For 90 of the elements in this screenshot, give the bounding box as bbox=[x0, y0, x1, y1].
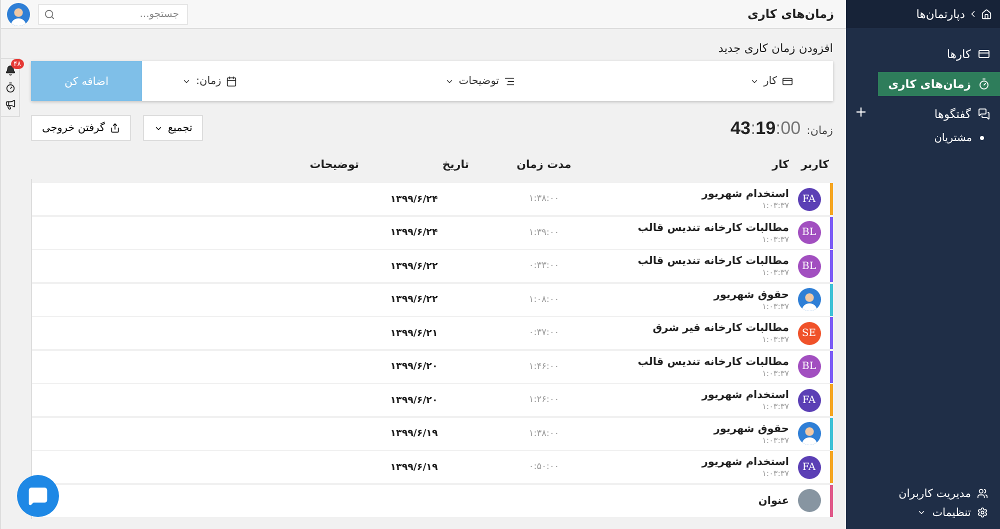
table-row[interactable]: حقوق شهریور ۱:۰۳:۳۷ ۱:۳۸:۰۰ ۱۳۹۹/۶/۱۹ bbox=[32, 418, 833, 450]
timer-icon[interactable] bbox=[4, 82, 16, 93]
footer-link[interactable]: تنظیمات bbox=[932, 506, 971, 519]
date-cell-text: ۱۳۹۹/۶/۲۰ bbox=[389, 394, 439, 406]
date-cell-text: ۱۳۹۹/۶/۲۲ bbox=[389, 294, 439, 305]
column-header: مدت زمان bbox=[516, 158, 572, 170]
megaphone-icon[interactable] bbox=[4, 99, 16, 110]
task-name: استخدام شهریور bbox=[700, 389, 789, 401]
nav-subitem[interactable]: مشتریان bbox=[846, 128, 1000, 148]
duration-cell-text: ۱:۰۸:۰۰ bbox=[528, 294, 560, 304]
date-cell-text: ۱۳۹۹/۶/۲۴ bbox=[389, 194, 439, 204]
nav-item[interactable]: گفتگوها bbox=[924, 102, 1000, 126]
elapsed-time: ۱:۰۳:۳۷ bbox=[761, 436, 789, 444]
chevron-icon bbox=[917, 508, 926, 517]
task-name: حقوق شهریور bbox=[712, 288, 789, 300]
avatar: FA bbox=[798, 188, 820, 210]
date-cell-text: ۱۳۹۹/۶/۲۴ bbox=[389, 227, 439, 238]
task-name: مطالبات کارخانه تندیس قالب bbox=[636, 222, 789, 234]
column-header: توضیحات bbox=[308, 158, 359, 170]
export-icon bbox=[110, 123, 120, 133]
elapsed-time: ۱:۰۳:۳۷ bbox=[761, 234, 789, 244]
bell-icon[interactable] bbox=[4, 65, 16, 76]
chat-button[interactable] bbox=[17, 475, 59, 517]
form-dropdown[interactable]: توضیحات bbox=[277, 61, 556, 101]
avatar bbox=[798, 422, 820, 445]
home-icon bbox=[981, 8, 992, 20]
elapsed-time: ۱:۰۳:۳۷ bbox=[761, 302, 789, 310]
table-row[interactable]: عنوان bbox=[32, 484, 833, 516]
avatar: BL bbox=[798, 221, 820, 244]
duration-cell-text: ۰:۳۳:۰۰ bbox=[528, 261, 560, 271]
add-icon[interactable] bbox=[854, 105, 868, 119]
total-time: 43:19:00 bbox=[730, 118, 801, 138]
date-cell-text: ۱۳۹۹/۶/۱۹ bbox=[389, 428, 439, 439]
avatar: FA bbox=[798, 388, 820, 412]
duration-cell-text: ۰:۵۰:۰۰ bbox=[528, 462, 560, 472]
task-name: عنوان bbox=[757, 494, 789, 506]
task-name: مطالبات کارخانه تندیس قالب bbox=[636, 255, 789, 267]
date-cell-text: ۱۳۹۹/۶/۲۱ bbox=[389, 328, 439, 338]
task-name: مطالبات کارخانه تندیس قالب bbox=[636, 356, 789, 368]
export-button[interactable]: گرفتن خروجی bbox=[31, 115, 131, 141]
elapsed-time: ۱:۰۳:۳۷ bbox=[761, 201, 789, 210]
task-name: استخدام شهریور bbox=[700, 188, 789, 200]
avatar: BL bbox=[798, 355, 820, 378]
column-header: تاریخ bbox=[441, 158, 469, 170]
page-title: زمان‌های کاری bbox=[748, 7, 834, 21]
table-row[interactable]: حقوق شهریور ۱:۰۳:۳۷ ۱:۰۸:۰۰ ۱۳۹۹/۶/۲۲ bbox=[32, 284, 833, 316]
nav-item[interactable]: زمان‌های کاری bbox=[878, 72, 1000, 96]
avatar: FA bbox=[798, 456, 820, 478]
column-header: کار bbox=[770, 158, 789, 170]
search-icon bbox=[44, 8, 55, 20]
footer-link[interactable]: مدیریت کاربران bbox=[898, 487, 971, 500]
elapsed-time: ۱:۰۳:۳۷ bbox=[761, 368, 789, 378]
task-name: استخدام شهریور bbox=[700, 456, 789, 468]
form-dropdown[interactable]: کار bbox=[555, 61, 833, 101]
form-dropdown[interactable]: زمان: bbox=[142, 61, 278, 101]
duration-cell-text: ۱:۳۸:۰۰ bbox=[528, 428, 560, 438]
timer-icon bbox=[978, 78, 990, 90]
duration-cell-text: ۱:۴۶:۰۰ bbox=[528, 362, 560, 372]
column-header: کاربر bbox=[800, 158, 829, 170]
avatar bbox=[7, 2, 30, 26]
elapsed-time: ۱:۰۳:۳۷ bbox=[761, 402, 789, 411]
chat-icon bbox=[28, 486, 48, 506]
chat-icon bbox=[978, 108, 990, 120]
avatar: SE bbox=[798, 322, 820, 344]
date-cell-text: ۱۳۹۹/۶/۱۹ bbox=[389, 462, 439, 472]
settings-icon bbox=[977, 507, 988, 518]
avatar: BL bbox=[798, 254, 820, 278]
duration-cell-text: ۰:۳۷:۰۰ bbox=[528, 328, 560, 338]
breadcrumb-link[interactable]: دپارتمان‌ها bbox=[916, 7, 965, 21]
task-name: مطالبات کارخانه قیر شرق bbox=[652, 322, 789, 334]
users-icon bbox=[977, 488, 988, 499]
avatar bbox=[798, 288, 820, 311]
card-icon bbox=[978, 48, 990, 60]
card-icon bbox=[782, 76, 793, 86]
elapsed-time: ۱:۰۳:۳۷ bbox=[761, 469, 789, 478]
elapsed-time: ۱:۰۳:۳۷ bbox=[761, 335, 789, 344]
duration-cell-text: ۱:۲۶:۰۰ bbox=[528, 395, 560, 405]
date-cell-text: ۱۳۹۹/۶/۲۰ bbox=[389, 361, 439, 372]
align-icon bbox=[504, 76, 516, 86]
total-label: زمان: bbox=[806, 124, 833, 136]
calendar-icon bbox=[226, 76, 238, 86]
duration-cell-text: ۱:۳۸:۰۰ bbox=[528, 194, 560, 204]
group-button[interactable]: تجمیع bbox=[142, 115, 204, 141]
nav-item[interactable]: کارها bbox=[936, 42, 1000, 66]
date-cell-text: ۱۳۹۹/۶/۲۲ bbox=[389, 260, 439, 272]
search-field[interactable]: جستجو... bbox=[38, 4, 188, 24]
elapsed-time: ۱:۰۳:۳۷ bbox=[761, 268, 789, 277]
task-name: حقوق شهریور bbox=[712, 422, 789, 434]
duration-cell-text: ۱:۳۹:۰۰ bbox=[528, 228, 560, 238]
section-heading: افزودن زمان کاری جدید bbox=[717, 41, 833, 55]
